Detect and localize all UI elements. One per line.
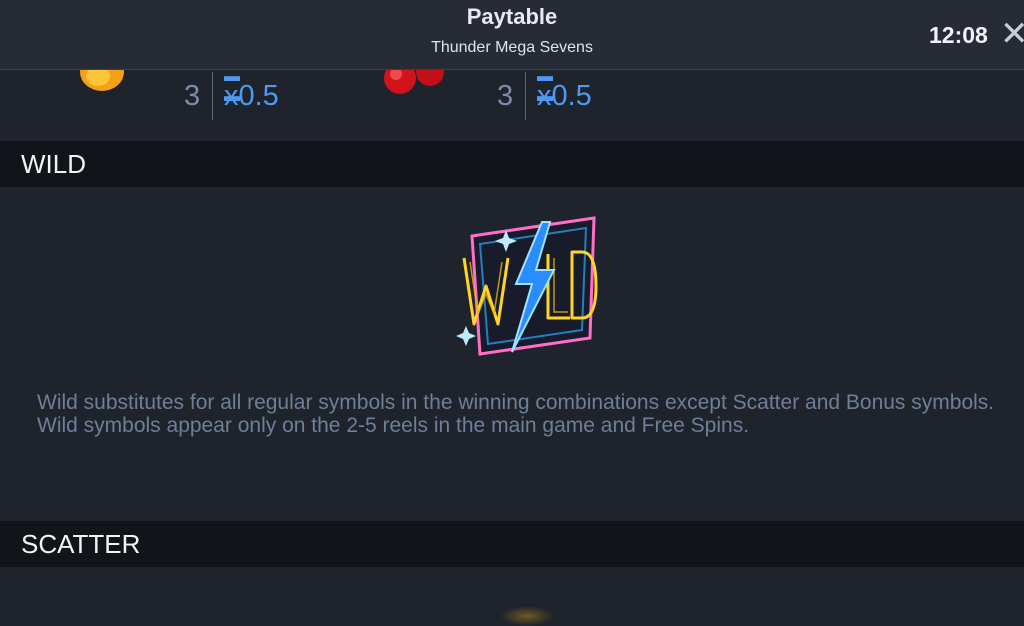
divider (212, 72, 213, 120)
symbol-count: 3 (497, 80, 514, 112)
clock: 12:08 (929, 22, 988, 48)
divider (525, 72, 526, 120)
wild-description-line: Wild symbols appear only on the 2-5 reel… (37, 414, 750, 437)
cherry-icon (384, 70, 444, 94)
section-title: WILD (21, 149, 86, 179)
close-icon[interactable]: ✕ (1000, 17, 1024, 51)
game-name: Thunder Mega Sevens (431, 39, 593, 56)
orange-icon (80, 70, 124, 91)
payout-multiplier: x0.5 (224, 80, 279, 112)
scatter-section-header: SCATTER (0, 521, 1024, 567)
wild-section-header: WILD (0, 141, 1024, 187)
top-bar: Paytable Thunder Mega Sevens 12:08 ✕ (0, 0, 1024, 70)
symbol-count: 3 (184, 80, 201, 112)
section-title: SCATTER (21, 529, 141, 559)
payout-multiplier: x0.5 (537, 80, 592, 112)
wild-description-line: Wild substitutes for all regular symbols… (37, 391, 995, 414)
wild-lightning-icon (456, 216, 598, 356)
page-title: Paytable (466, 4, 558, 29)
scatter-icon (500, 606, 554, 626)
wild-description: Wild substitutes for all regular symbols… (37, 391, 997, 437)
